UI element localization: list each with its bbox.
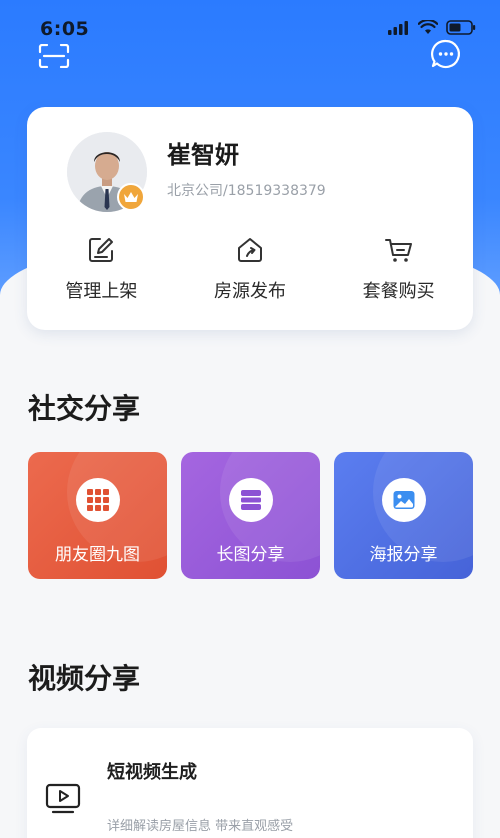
social-share-title: 社交分享 xyxy=(28,392,141,425)
poster-share-tile[interactable]: 海报分享 xyxy=(334,452,473,579)
buy-package-button[interactable]: 套餐购买 xyxy=(334,235,464,303)
status-bar: 6:05 xyxy=(0,0,500,40)
scan-icon[interactable] xyxy=(38,44,70,68)
moments-nine-grid-label: 朋友圈九图 xyxy=(55,545,140,565)
house-icon xyxy=(237,238,262,262)
manage-listing-label: 管理上架 xyxy=(65,281,138,302)
short-video-desc: 详细解读房屋信息 带来直观感受 xyxy=(107,819,294,834)
user-company-phone: 北京公司/18519338379 xyxy=(167,183,326,199)
wifi-icon xyxy=(418,20,438,34)
video-play-icon xyxy=(45,783,81,814)
long-image-share-label: 长图分享 xyxy=(216,545,285,565)
status-icons xyxy=(388,20,476,35)
edit-icon xyxy=(89,238,114,262)
buy-package-label: 套餐购买 xyxy=(362,281,435,302)
manage-listing-button[interactable]: 管理上架 xyxy=(36,235,166,303)
user-name: 崔智妍 xyxy=(167,141,239,169)
poster-image-icon xyxy=(381,478,426,522)
short-video-card[interactable]: 短视频生成 详细解读房屋信息 带来直观感受 xyxy=(27,728,473,838)
long-image-share-tile[interactable]: 长图分享 xyxy=(181,452,320,579)
poster-share-label: 海报分享 xyxy=(369,545,438,565)
status-time: 6:05 xyxy=(40,18,90,40)
crown-badge-icon xyxy=(117,183,145,211)
long-image-icon xyxy=(228,478,273,522)
moments-nine-grid-tile[interactable]: 朋友圈九图 xyxy=(28,452,167,579)
video-share-title: 视频分享 xyxy=(28,662,141,695)
short-video-title: 短视频生成 xyxy=(107,762,197,783)
social-share-tiles: 朋友圈九图 长图分享 海报分享 xyxy=(28,452,473,579)
profile-card: 崔智妍 北京公司/18519338379 管理上架 房源发布 套餐购买 xyxy=(27,107,473,330)
cart-icon xyxy=(384,239,412,262)
signal-icon xyxy=(388,20,408,35)
battery-icon xyxy=(446,20,476,35)
publish-listing-button[interactable]: 房源发布 xyxy=(185,235,315,303)
message-icon[interactable] xyxy=(430,38,462,70)
quick-actions: 管理上架 房源发布 套餐购买 xyxy=(27,235,473,303)
publish-listing-label: 房源发布 xyxy=(213,281,286,302)
grid-icon xyxy=(75,478,120,522)
